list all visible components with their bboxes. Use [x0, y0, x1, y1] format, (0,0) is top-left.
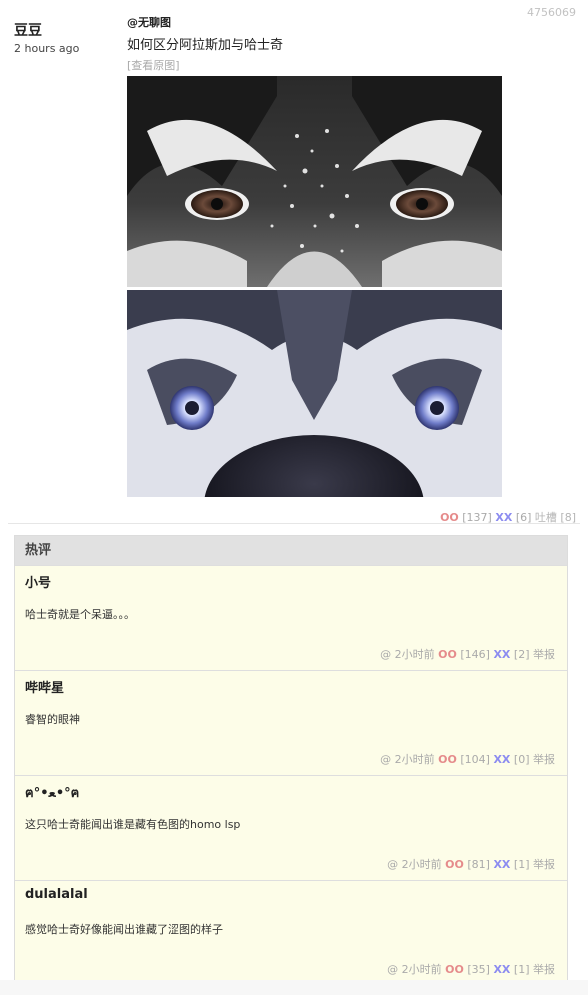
- author-name[interactable]: 豆豆: [14, 20, 79, 40]
- post-id: 4756069: [527, 6, 576, 19]
- xx-count: [1]: [513, 963, 530, 976]
- husky-eyes-image[interactable]: [127, 290, 502, 497]
- report-link[interactable]: 举报: [533, 753, 555, 766]
- comment-user[interactable]: dulalalal: [25, 887, 88, 902]
- hot-comments-title: 热评: [15, 536, 567, 565]
- hot-comments-section: 热评 小号 哈士奇就是个呆逼。。。 @ 2小时前 OO [146] XX [2]…: [14, 535, 568, 986]
- at-reply-button[interactable]: @: [387, 858, 398, 871]
- at-reply-button[interactable]: @: [387, 963, 398, 976]
- comment-text: 这只哈士奇能闻出谁是藏有色图的homo lsp: [25, 818, 241, 831]
- comment-actions: @ 2小时前 OO [146] XX [2] 举报: [380, 646, 555, 662]
- oo-button[interactable]: OO: [445, 963, 464, 976]
- xx-button[interactable]: XX: [493, 648, 510, 661]
- xx-button[interactable]: XX: [493, 963, 510, 976]
- comment-text: 睿智的眼神: [25, 713, 80, 726]
- at-reply-button[interactable]: @: [380, 648, 391, 661]
- post-content: @无聊图 如何区分阿拉斯加与哈士奇 [查看原图]: [127, 14, 502, 497]
- comment-actions: @ 2小时前 OO [35] XX [1] 举报: [387, 961, 555, 977]
- author-block: 豆豆 2 hours ago: [14, 20, 79, 55]
- comment-user[interactable]: 哔哔星: [25, 677, 64, 696]
- post-text: 如何区分阿拉斯加与哈士奇: [127, 38, 284, 53]
- comment-item: 小号 哈士奇就是个呆逼。。。 @ 2小时前 OO [146] XX [2] 举报: [15, 565, 567, 670]
- comment-item: ฅ°•ﻌ•°ฅ 这只哈士奇能闻出谁是藏有色图的homo lsp @ 2小时前 O…: [15, 775, 567, 880]
- report-link[interactable]: 举报: [533, 963, 555, 976]
- comment-actions: @ 2小时前 OO [104] XX [0] 举报: [380, 751, 555, 767]
- oo-count: [81]: [467, 858, 490, 871]
- alaskan-malamute-eyes-image[interactable]: [127, 76, 502, 287]
- oo-count: [35]: [467, 963, 490, 976]
- xx-count: [0]: [513, 753, 530, 766]
- page-bottom: [0, 980, 588, 995]
- comment-time: 2小时前: [394, 753, 435, 766]
- at-label: @无聊图: [127, 16, 171, 29]
- comment-text: 哈士奇就是个呆逼。。。: [25, 608, 135, 621]
- xx-button[interactable]: XX: [493, 753, 510, 766]
- report-link[interactable]: 举报: [533, 648, 555, 661]
- xx-count: [1]: [513, 858, 530, 871]
- divider: [8, 523, 580, 524]
- comment-time: 2小时前: [401, 858, 442, 871]
- oo-button[interactable]: OO: [438, 648, 457, 661]
- oo-count: [146]: [460, 648, 490, 661]
- comment-actions: @ 2小时前 OO [81] XX [1] 举报: [387, 856, 555, 872]
- comment-time: 2小时前: [401, 963, 442, 976]
- comment-user[interactable]: 小号: [25, 572, 51, 591]
- oo-button[interactable]: OO: [445, 858, 464, 871]
- comment-user[interactable]: ฅ°•ﻌ•°ฅ: [25, 782, 79, 803]
- post-time: 2 hours ago: [14, 42, 80, 55]
- comment-time: 2小时前: [394, 648, 435, 661]
- oo-count: [104]: [460, 753, 490, 766]
- xx-count: [2]: [513, 648, 530, 661]
- view-original-link[interactable]: [查看原图]: [127, 57, 502, 73]
- comment-item: 哔哔星 睿智的眼神 @ 2小时前 OO [104] XX [0] 举报: [15, 670, 567, 775]
- report-link[interactable]: 举报: [533, 858, 555, 871]
- oo-button[interactable]: OO: [438, 753, 457, 766]
- comment-item: dulalalal 感觉哈士奇好像能闻出谁藏了涩图的样子 @ 2小时前 OO […: [15, 880, 567, 985]
- at-reply-button[interactable]: @: [380, 753, 391, 766]
- comment-text: 感觉哈士奇好像能闻出谁藏了涩图的样子: [25, 923, 223, 936]
- xx-button[interactable]: XX: [493, 858, 510, 871]
